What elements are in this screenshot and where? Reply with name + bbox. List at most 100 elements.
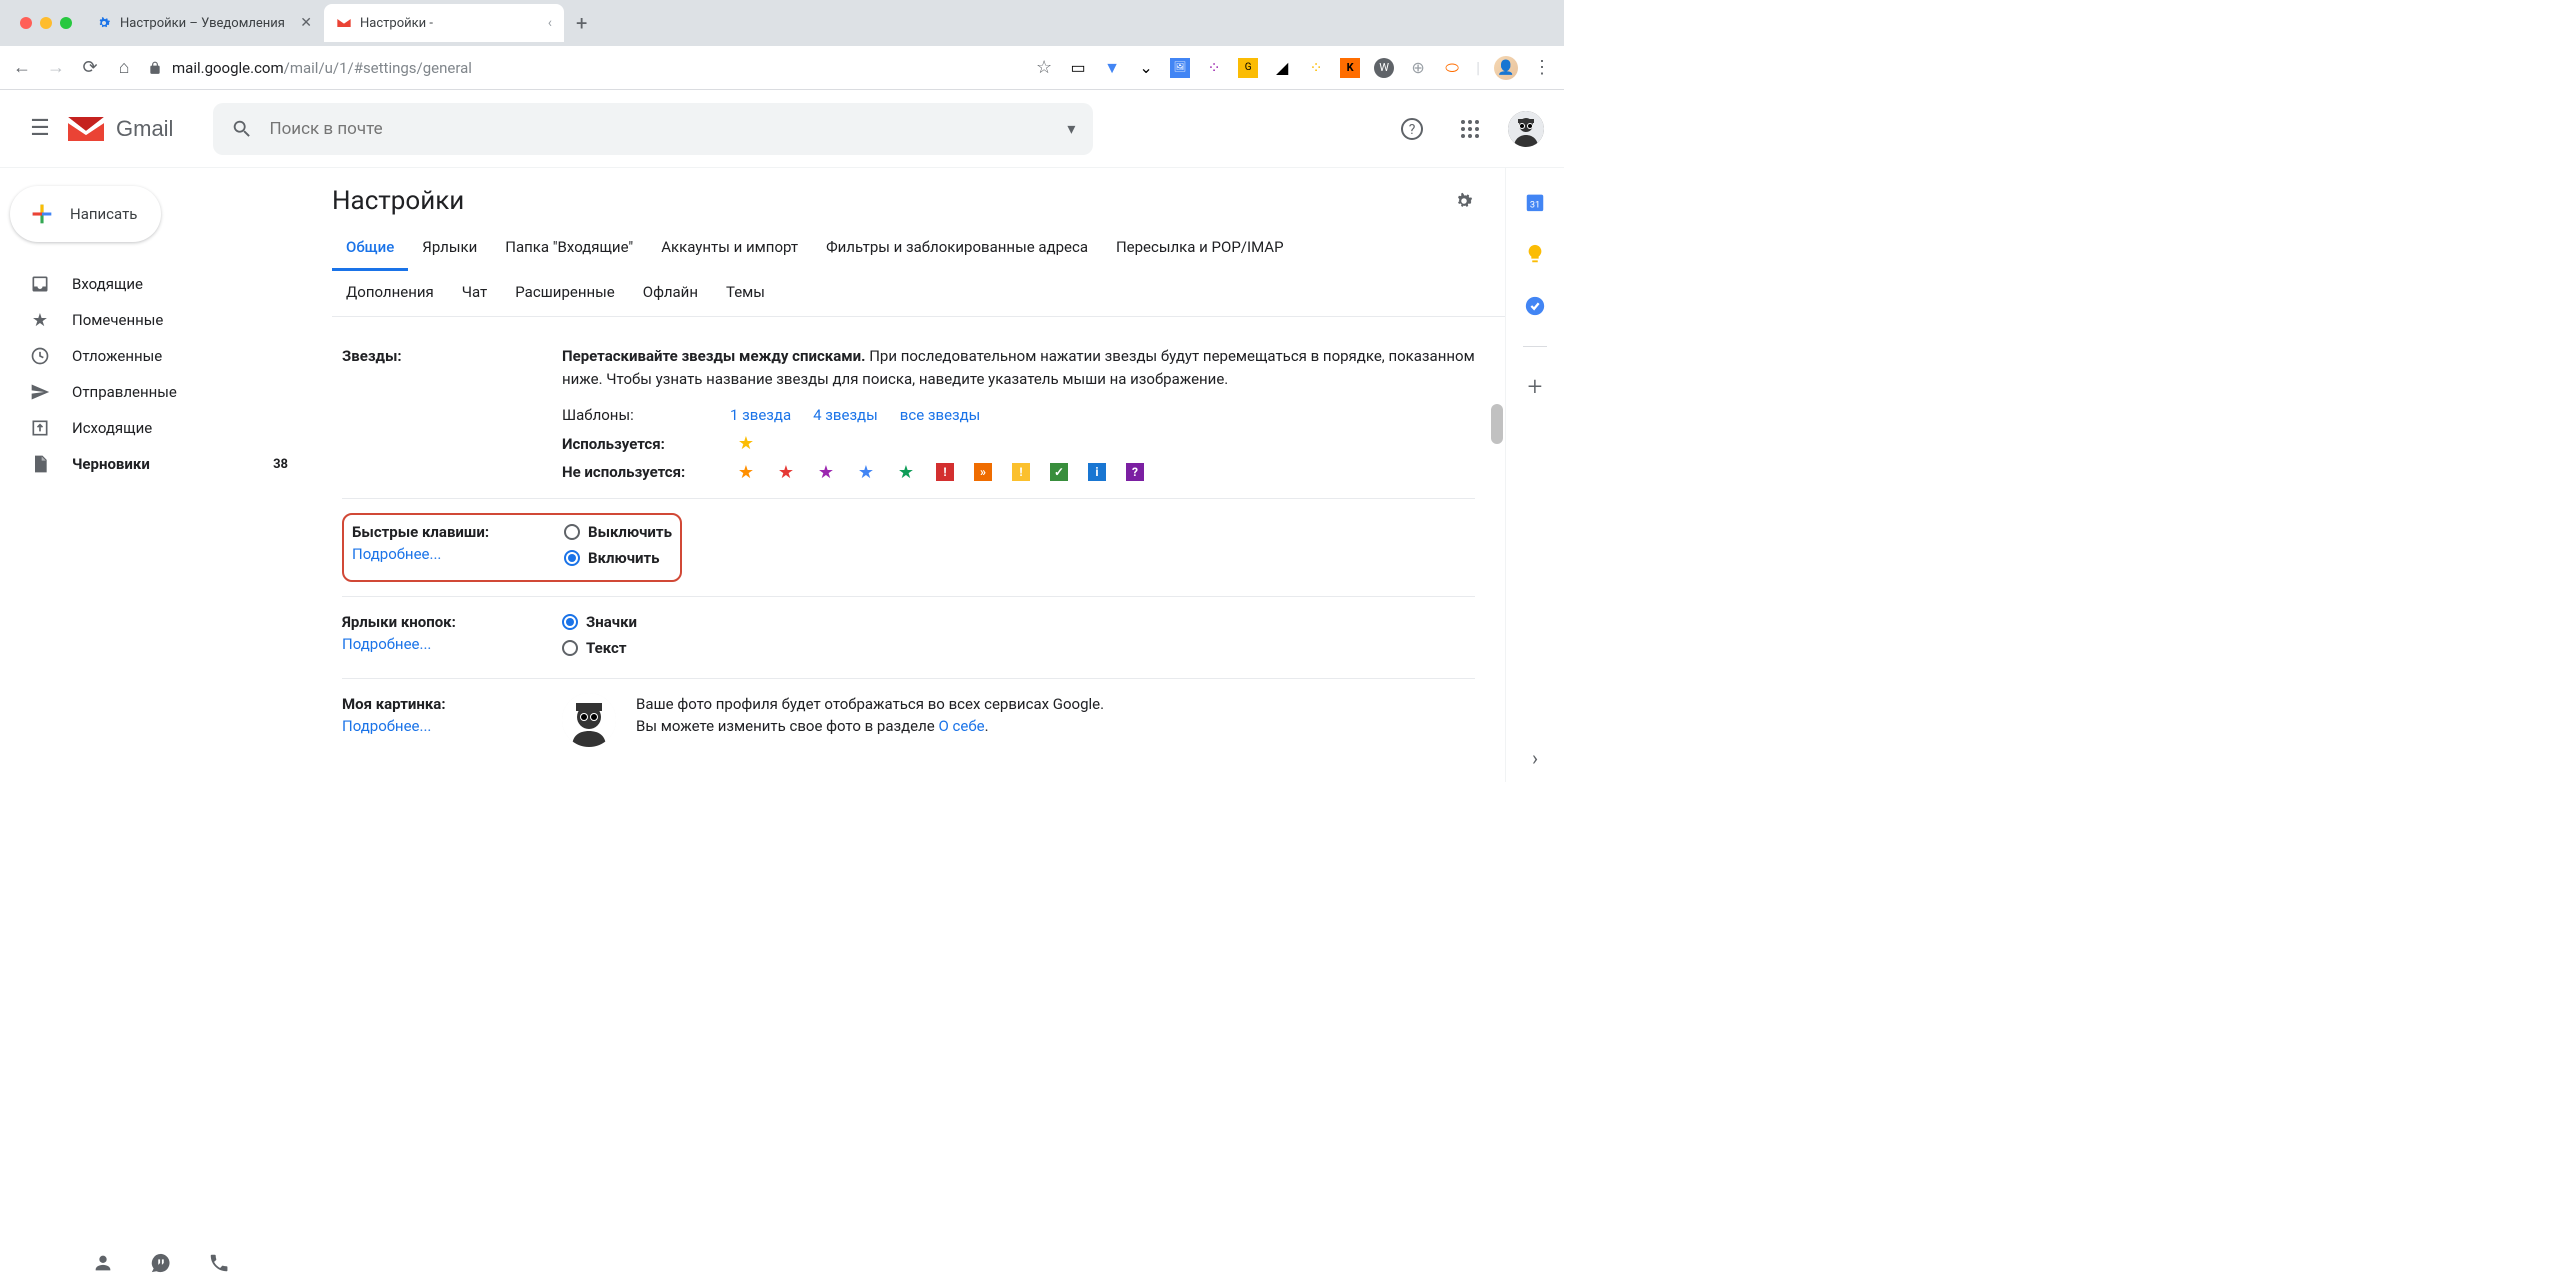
browser-tab-gmail-settings[interactable]: Настройки - ‹ bbox=[324, 4, 564, 42]
maximize-window[interactable] bbox=[60, 17, 72, 29]
extension-globe-icon[interactable]: ⊕ bbox=[1408, 58, 1428, 78]
scrollbar-thumb[interactable] bbox=[1491, 404, 1503, 444]
help-icon[interactable]: ? bbox=[1392, 109, 1432, 149]
main-menu-button[interactable]: ☰ bbox=[20, 109, 60, 149]
picture-line-1: Ваше фото профиля будет отображаться во … bbox=[636, 693, 1104, 716]
search-options-icon[interactable]: ▾ bbox=[1067, 119, 1075, 138]
blue-info-icon[interactable]: i bbox=[1088, 463, 1106, 481]
search-box[interactable]: ▾ bbox=[213, 103, 1093, 155]
forward-button[interactable]: → bbox=[46, 57, 66, 78]
tab-general[interactable]: Общие bbox=[332, 226, 408, 271]
template-all-stars[interactable]: все звезды bbox=[900, 404, 981, 427]
tab-title: Настройки - bbox=[360, 16, 433, 31]
home-button[interactable]: ⌂ bbox=[114, 57, 134, 78]
close-tab-icon[interactable]: ‹ bbox=[548, 15, 552, 31]
minimize-window[interactable] bbox=[40, 17, 52, 29]
extension-v-icon[interactable]: ▼ bbox=[1102, 58, 1122, 78]
sidebar: Написать Входящие ★ Помеченные Отложенны… bbox=[0, 168, 312, 782]
tab-inbox[interactable]: Папка "Входящие" bbox=[491, 226, 647, 271]
green-check-icon[interactable]: ✓ bbox=[1050, 463, 1068, 481]
calendar-icon[interactable]: 31 bbox=[1523, 190, 1547, 214]
sidebar-item-inbox[interactable]: Входящие bbox=[0, 266, 312, 302]
compose-button[interactable]: Написать bbox=[10, 186, 161, 242]
tab-offline[interactable]: Офлайн bbox=[629, 271, 712, 316]
nav-label: Отложенные bbox=[72, 347, 162, 365]
tab-accounts[interactable]: Аккаунты и импорт bbox=[647, 226, 812, 271]
extension-g-icon[interactable]: G bbox=[1238, 58, 1258, 78]
gmail-logo[interactable]: Gmail bbox=[64, 113, 173, 145]
nav-label: Помеченные bbox=[72, 311, 163, 329]
tab-forwarding[interactable]: Пересылка и POP/IMAP bbox=[1102, 226, 1298, 271]
browser-tab-notifications[interactable]: Настройки – Уведомления ✕ bbox=[84, 4, 324, 42]
close-window[interactable] bbox=[20, 17, 32, 29]
sidebar-item-starred[interactable]: ★ Помеченные bbox=[0, 302, 312, 338]
red-star-icon[interactable]: ★ bbox=[776, 462, 796, 482]
svg-text:?: ? bbox=[1409, 122, 1416, 138]
button-labels-text-radio[interactable] bbox=[562, 640, 578, 656]
extension-paw-icon[interactable]: ⁘ bbox=[1306, 58, 1326, 78]
template-1-star[interactable]: 1 звезда bbox=[730, 404, 791, 427]
green-star-icon[interactable]: ★ bbox=[896, 462, 916, 482]
extension-k-icon[interactable]: K bbox=[1340, 58, 1360, 78]
hotkeys-on-radio[interactable] bbox=[564, 550, 580, 566]
yellow-star-icon[interactable]: ★ bbox=[736, 434, 756, 454]
template-4-stars[interactable]: 4 звезды bbox=[813, 404, 878, 427]
yellow-bang-icon[interactable]: ! bbox=[1012, 463, 1030, 481]
extension-w-icon[interactable]: W bbox=[1374, 58, 1394, 78]
url-input[interactable]: mail.google.com/mail/u/1/#settings/gener… bbox=[148, 59, 1020, 77]
extension-cluster-icon[interactable]: ⁘ bbox=[1204, 58, 1224, 78]
search-input[interactable] bbox=[269, 119, 1051, 139]
reload-button[interactable]: ⟳ bbox=[80, 57, 100, 78]
orange-star-icon[interactable]: ★ bbox=[736, 462, 756, 482]
purple-question-icon[interactable]: ? bbox=[1126, 463, 1144, 481]
browser-menu-icon[interactable]: ⋮ bbox=[1532, 57, 1552, 78]
sidebar-item-sent[interactable]: Отправленные bbox=[0, 374, 312, 410]
new-tab-button[interactable]: + bbox=[564, 11, 599, 35]
tasks-icon[interactable] bbox=[1523, 294, 1547, 318]
back-button[interactable]: ← bbox=[12, 57, 32, 78]
button-labels-learn-more[interactable]: Подробнее... bbox=[342, 635, 431, 653]
settings-gear-icon[interactable] bbox=[1453, 190, 1475, 212]
tab-labels[interactable]: Ярлыки bbox=[408, 226, 491, 271]
tab-themes[interactable]: Темы bbox=[712, 271, 779, 316]
hide-panel-icon[interactable]: › bbox=[1532, 746, 1538, 770]
reader-icon[interactable]: ▭ bbox=[1068, 58, 1088, 78]
hotkeys-learn-more[interactable]: Подробнее... bbox=[352, 545, 441, 563]
extension-capsule-icon[interactable]: ⬭ bbox=[1442, 58, 1462, 78]
blue-star-icon[interactable]: ★ bbox=[856, 462, 876, 482]
account-avatar[interactable] bbox=[1508, 111, 1544, 147]
purple-star-icon[interactable]: ★ bbox=[816, 462, 836, 482]
phone-icon[interactable] bbox=[208, 1252, 230, 1274]
extension-picture-icon[interactable]: 🖼 bbox=[1170, 58, 1190, 78]
get-addons-icon[interactable]: + bbox=[1523, 375, 1547, 399]
tab-addons[interactable]: Дополнения bbox=[332, 271, 448, 316]
sidebar-item-snoozed[interactable]: Отложенные bbox=[0, 338, 312, 374]
my-picture-learn-more[interactable]: Подробнее... bbox=[342, 717, 431, 735]
red-bang-icon[interactable]: ! bbox=[936, 463, 954, 481]
tab-filters[interactable]: Фильтры и заблокированные адреса bbox=[812, 226, 1102, 271]
extension-flag-icon[interactable]: ◢ bbox=[1272, 58, 1292, 78]
close-tab-icon[interactable]: ✕ bbox=[300, 15, 312, 31]
hotkeys-off-radio[interactable] bbox=[564, 524, 580, 540]
sidebar-item-outbox[interactable]: Исходящие bbox=[0, 410, 312, 446]
apps-grid-icon[interactable] bbox=[1450, 109, 1490, 149]
pocket-icon[interactable]: ⌄ bbox=[1136, 58, 1156, 78]
plus-icon bbox=[28, 200, 56, 228]
tab-chat[interactable]: Чат bbox=[448, 271, 502, 316]
orange-arrows-icon[interactable]: » bbox=[974, 463, 992, 481]
profile-picture[interactable] bbox=[562, 693, 616, 747]
profile-avatar-icon[interactable]: 👤 bbox=[1494, 56, 1518, 80]
about-me-link[interactable]: О себе bbox=[938, 717, 984, 735]
main-layout: Написать Входящие ★ Помеченные Отложенны… bbox=[0, 168, 1564, 782]
settings-tabs: Общие Ярлыки Папка "Входящие" Аккаунты и… bbox=[332, 226, 1505, 317]
hangouts-icon[interactable] bbox=[150, 1252, 172, 1274]
send-icon bbox=[30, 382, 50, 402]
setting-hotkeys: Быстрые клавиши: Подробнее... Выключить … bbox=[342, 499, 1475, 597]
bookmark-star-icon[interactable]: ☆ bbox=[1034, 57, 1054, 78]
sidebar-item-drafts[interactable]: Черновики 38 bbox=[0, 446, 312, 482]
search-icon[interactable] bbox=[231, 118, 253, 140]
keep-icon[interactable] bbox=[1523, 242, 1547, 266]
button-labels-icons-radio[interactable] bbox=[562, 614, 578, 630]
person-icon[interactable] bbox=[92, 1252, 114, 1274]
tab-advanced[interactable]: Расширенные bbox=[501, 271, 628, 316]
